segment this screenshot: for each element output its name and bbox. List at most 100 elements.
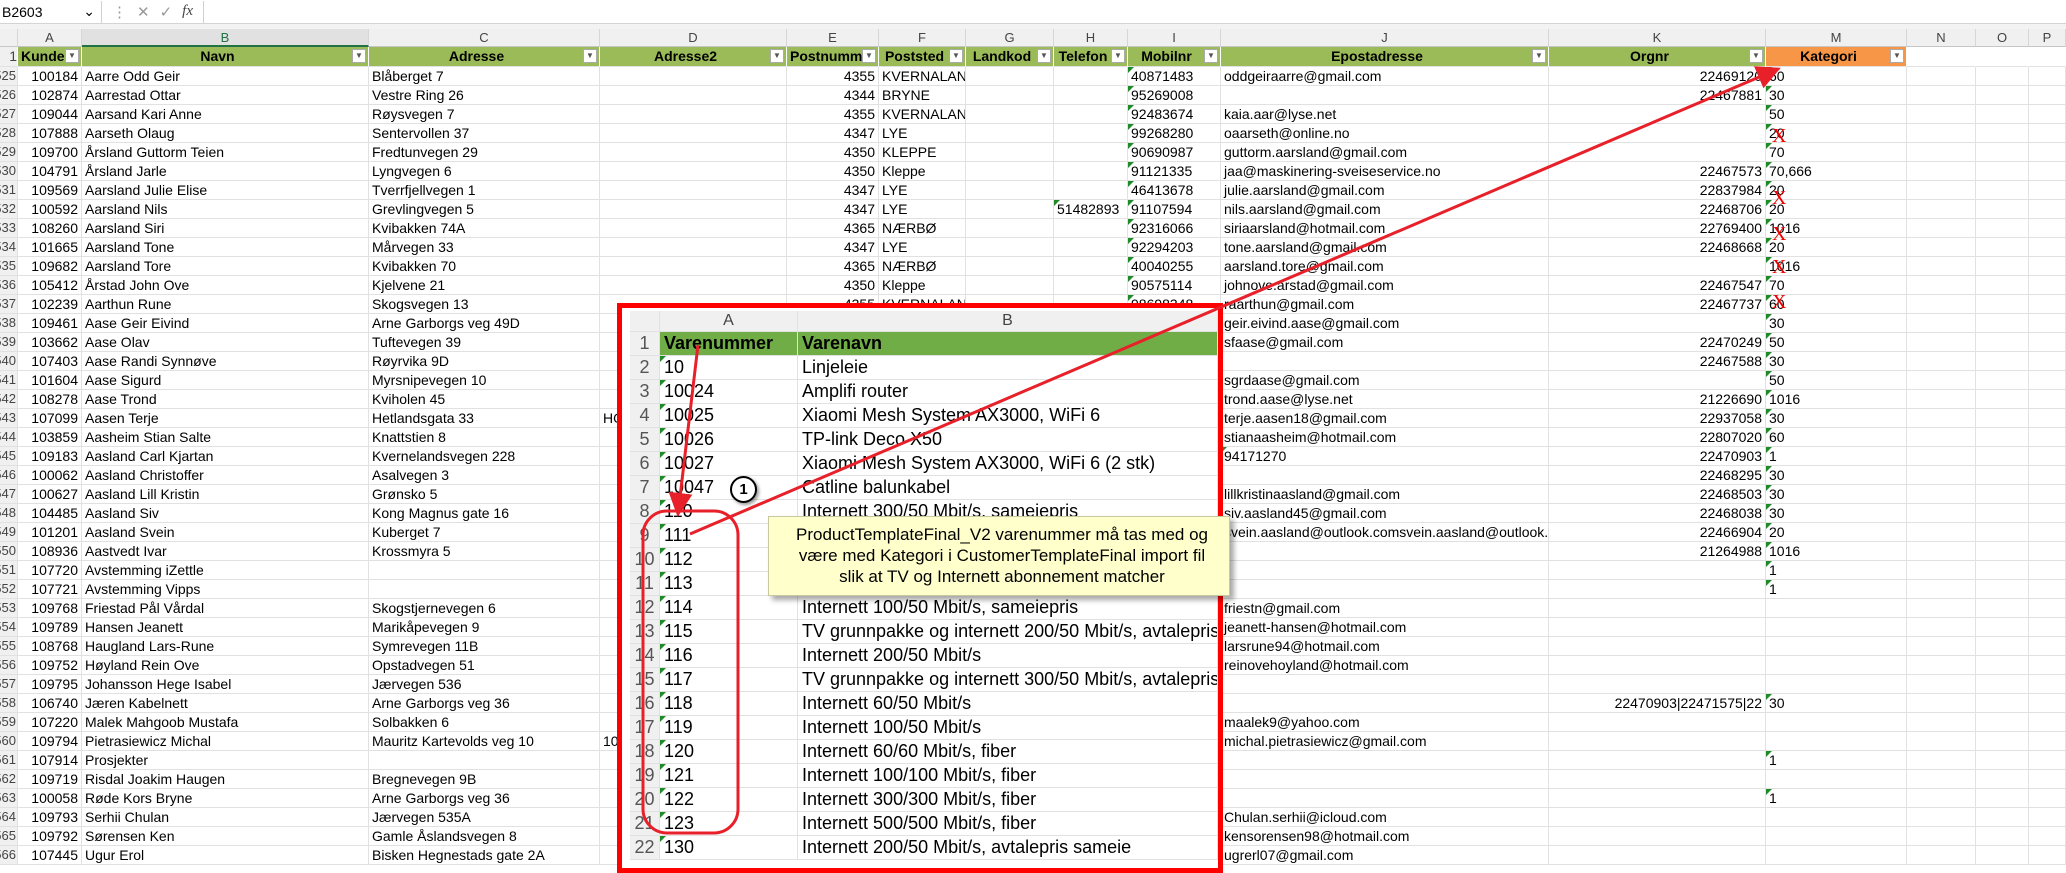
empty-cell[interactable] <box>2029 238 2066 257</box>
cell[interactable]: Aasland Christoffer <box>82 466 369 485</box>
cell[interactable]: 90575114 <box>1128 276 1221 295</box>
cell[interactable]: 22470249 <box>1549 333 1766 352</box>
filter-dropdown-icon[interactable]: ▼ <box>1204 49 1218 63</box>
row-number[interactable]: 525 <box>0 67 18 86</box>
empty-cell[interactable] <box>1976 580 2029 599</box>
cell[interactable]: Fredtunvegen 29 <box>369 143 600 162</box>
cell[interactable]: 30 <box>1766 86 1907 105</box>
empty-cell[interactable] <box>1907 808 1976 827</box>
row-number[interactable]: 559 <box>0 713 18 732</box>
cell[interactable]: 30 <box>1766 409 1907 428</box>
cell[interactable]: 22468503 <box>1549 485 1766 504</box>
empty-cell[interactable] <box>1907 827 1976 846</box>
cell[interactable] <box>1766 599 1907 618</box>
empty-cell[interactable] <box>1907 447 1976 466</box>
cell[interactable]: friestn@gmail.com <box>1221 599 1549 618</box>
cell[interactable] <box>600 143 787 162</box>
cell[interactable]: 4365 <box>787 257 879 276</box>
cell[interactable]: 4347 <box>787 200 879 219</box>
cell[interactable]: Hansen Jeanett <box>82 618 369 637</box>
select-all-corner[interactable] <box>0 29 18 47</box>
row-number[interactable]: 552 <box>0 580 18 599</box>
empty-cell[interactable] <box>1976 770 2029 789</box>
empty-cell[interactable] <box>1976 47 2029 67</box>
row-number[interactable]: 541 <box>0 371 18 390</box>
filter-dropdown-icon[interactable]: ▼ <box>583 49 597 63</box>
cell[interactable]: raarthun@gmail.com <box>1221 295 1549 314</box>
empty-cell[interactable] <box>1907 637 1976 656</box>
cell[interactable] <box>1221 561 1549 580</box>
empty-cell[interactable] <box>2029 67 2066 86</box>
cell[interactable] <box>966 238 1054 257</box>
cell[interactable]: BRYNE <box>879 86 966 105</box>
cell[interactable]: Avstemming Vipps <box>82 580 369 599</box>
empty-cell[interactable] <box>1976 656 2029 675</box>
cell[interactable] <box>1549 371 1766 390</box>
cell[interactable]: 46413678 <box>1128 181 1221 200</box>
cell[interactable]: 101665 <box>18 238 82 257</box>
empty-cell[interactable] <box>1976 789 2029 808</box>
cell[interactable]: Aarsand Kari Anne <box>82 105 369 124</box>
cell[interactable] <box>1221 751 1549 770</box>
row-number[interactable]: 564 <box>0 808 18 827</box>
cell[interactable]: 30 <box>1766 466 1907 485</box>
cell[interactable] <box>600 86 787 105</box>
empty-cell[interactable] <box>2029 314 2066 333</box>
cell[interactable] <box>966 257 1054 276</box>
cell[interactable]: 104485 <box>18 504 82 523</box>
empty-cell[interactable] <box>1907 694 1976 713</box>
cell[interactable]: 22468668 <box>1549 238 1766 257</box>
insert-function-icon[interactable]: fx <box>182 3 193 20</box>
row-number[interactable]: 547 <box>0 485 18 504</box>
cell[interactable]: Jærvegen 536 <box>369 675 600 694</box>
cell[interactable]: 22467547 <box>1549 276 1766 295</box>
cell[interactable]: Chulan.serhii@icloud.com <box>1221 808 1549 827</box>
cell[interactable]: 22466904 <box>1549 523 1766 542</box>
cell[interactable]: 109789 <box>18 618 82 637</box>
row-number[interactable]: 563 <box>0 789 18 808</box>
cell[interactable]: KVERNALAND <box>879 67 966 86</box>
filter-dropdown-icon[interactable]: ▼ <box>770 49 784 63</box>
cell[interactable]: 109768 <box>18 599 82 618</box>
cell[interactable] <box>1549 143 1766 162</box>
cell[interactable] <box>1549 713 1766 732</box>
cell[interactable] <box>600 276 787 295</box>
row-number[interactable]: 528 <box>0 124 18 143</box>
cell[interactable]: larsrune94@hotmail.com <box>1221 637 1549 656</box>
cell[interactable]: 92483674 <box>1128 105 1221 124</box>
cell[interactable] <box>1549 124 1766 143</box>
cell[interactable]: 109700 <box>18 143 82 162</box>
filter-dropdown-icon[interactable]: ▼ <box>949 49 963 63</box>
filter-dropdown-icon[interactable]: ▼ <box>1037 49 1051 63</box>
empty-cell[interactable] <box>1976 732 2029 751</box>
cell[interactable] <box>1054 181 1128 200</box>
cell[interactable]: Aasland Siv <box>82 504 369 523</box>
empty-cell[interactable] <box>2029 789 2066 808</box>
cell[interactable] <box>1549 808 1766 827</box>
cell[interactable]: Årsland Guttorm Teien <box>82 143 369 162</box>
cell[interactable] <box>1054 257 1128 276</box>
cell[interactable]: 30 <box>1766 314 1907 333</box>
cell[interactable]: 109719 <box>18 770 82 789</box>
cell[interactable] <box>1549 105 1766 124</box>
cell[interactable]: NÆRBØ <box>879 219 966 238</box>
cell[interactable]: 109793 <box>18 808 82 827</box>
cell[interactable]: 50 <box>1766 371 1907 390</box>
cell[interactable]: 22837984 <box>1549 181 1766 200</box>
column-header-i[interactable]: I <box>1128 29 1221 47</box>
cell[interactable]: LYE <box>879 238 966 257</box>
empty-cell[interactable] <box>2029 561 2066 580</box>
cell[interactable]: Mauritz Kartevolds veg 10 <box>369 732 600 751</box>
column-header-g[interactable]: G <box>966 29 1054 47</box>
cell[interactable]: 107099 <box>18 409 82 428</box>
empty-cell[interactable] <box>1976 599 2029 618</box>
empty-cell[interactable] <box>1907 162 1976 181</box>
empty-cell[interactable] <box>2029 447 2066 466</box>
empty-cell[interactable] <box>2029 352 2066 371</box>
cell[interactable] <box>600 200 787 219</box>
cell[interactable] <box>1054 143 1128 162</box>
row-number[interactable]: 548 <box>0 504 18 523</box>
cell[interactable] <box>600 219 787 238</box>
cell[interactable]: 20 <box>1766 181 1907 200</box>
row-number[interactable]: 539 <box>0 333 18 352</box>
